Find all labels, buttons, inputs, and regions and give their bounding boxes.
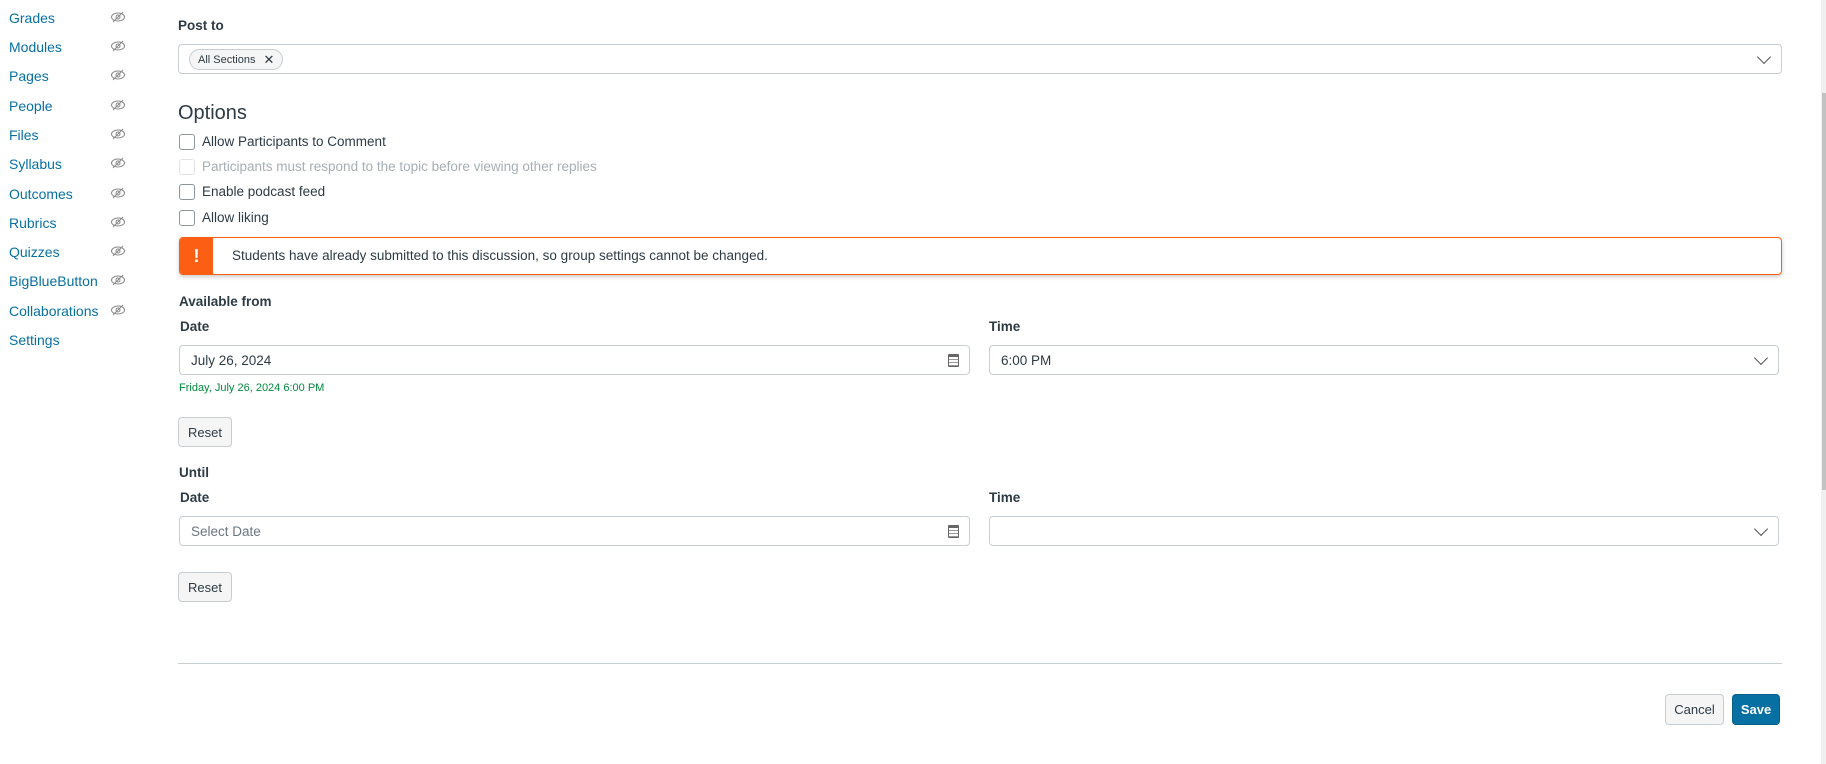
available-time-select[interactable]: 6:00 PM — [989, 345, 1779, 375]
section-tag-label: All Sections — [198, 53, 256, 66]
eye-hidden-icon — [110, 303, 126, 316]
until-time-select[interactable] — [989, 516, 1779, 546]
sidebar-item-settings[interactable]: Settings — [9, 331, 60, 349]
save-button[interactable]: Save — [1732, 694, 1780, 725]
until-date-input[interactable]: Select Date — [179, 516, 970, 546]
available-reset-button[interactable]: Reset — [178, 417, 232, 447]
date-label: Date — [180, 490, 210, 505]
podcast-checkbox[interactable] — [179, 184, 195, 200]
remove-tag-icon[interactable]: ✕ — [263, 52, 274, 68]
sidebar-item-outcomes[interactable]: Outcomes — [9, 185, 73, 203]
calendar-icon[interactable] — [948, 525, 959, 538]
post-to-select[interactable]: All Sections ✕ — [178, 44, 1782, 74]
available-date-value: July 26, 2024 — [191, 353, 272, 368]
sidebar-item-quizzes[interactable]: Quizzes — [9, 243, 60, 261]
eye-hidden-icon — [110, 215, 126, 228]
eye-hidden-icon — [110, 156, 126, 169]
eye-hidden-icon — [110, 273, 126, 286]
available-time-value: 6:00 PM — [1001, 353, 1052, 368]
chevron-down-icon — [1753, 521, 1769, 537]
sidebar-item-bigbluebutton[interactable]: BigBlueButton — [9, 272, 98, 290]
eye-hidden-icon — [110, 10, 126, 23]
until-heading: Until — [179, 465, 209, 480]
eye-hidden-icon — [110, 68, 126, 81]
chevron-down-icon — [1753, 350, 1769, 366]
available-date-summary: Friday, July 26, 2024 6:00 PM — [179, 382, 325, 394]
warning-alert: ! Students have already submitted to thi… — [179, 237, 1782, 275]
allow-liking-label: Allow liking — [202, 210, 269, 225]
options-heading: Options — [178, 102, 247, 124]
must-respond-checkbox — [179, 159, 195, 175]
until-reset-button[interactable]: Reset — [178, 572, 232, 602]
time-label: Time — [989, 490, 1021, 505]
sidebar-item-people[interactable]: People — [9, 97, 53, 115]
sidebar-item-collaborations[interactable]: Collaborations — [9, 302, 99, 320]
sidebar-item-syllabus[interactable]: Syllabus — [9, 155, 62, 173]
time-label: Time — [989, 319, 1021, 334]
scrollbar-thumb[interactable] — [1822, 93, 1826, 490]
cancel-button[interactable]: Cancel — [1665, 694, 1724, 725]
section-tag[interactable]: All Sections ✕ — [189, 49, 284, 70]
divider — [178, 663, 1782, 664]
post-to-label: Post to — [178, 18, 224, 33]
until-date-placeholder: Select Date — [191, 524, 261, 539]
must-respond-label: Participants must respond to the topic b… — [202, 159, 597, 174]
available-from-heading: Available from — [179, 294, 272, 309]
calendar-icon[interactable] — [948, 354, 959, 367]
warning-text: Students have already submitted to this … — [232, 248, 768, 263]
allow-comment-label: Allow Participants to Comment — [202, 134, 386, 149]
podcast-label: Enable podcast feed — [202, 184, 326, 199]
scrollbar-track[interactable] — [1821, 0, 1826, 764]
sidebar-item-pages[interactable]: Pages — [9, 67, 49, 85]
sidebar-item-modules[interactable]: Modules — [9, 38, 62, 56]
sidebar-item-rubrics[interactable]: Rubrics — [9, 214, 56, 232]
eye-hidden-icon — [110, 98, 126, 111]
allow-liking-checkbox[interactable] — [179, 210, 195, 226]
eye-hidden-icon — [110, 127, 126, 140]
eye-hidden-icon — [110, 244, 126, 257]
date-label: Date — [180, 319, 210, 334]
warning-icon: ! — [180, 238, 213, 274]
allow-comment-checkbox[interactable] — [179, 134, 195, 150]
chevron-down-icon — [1756, 49, 1772, 65]
sidebar-item-files[interactable]: Files — [9, 126, 39, 144]
available-date-input[interactable]: July 26, 2024 — [179, 345, 970, 375]
eye-hidden-icon — [110, 39, 126, 52]
sidebar-item-grades[interactable]: Grades — [9, 9, 55, 27]
eye-hidden-icon — [110, 186, 126, 199]
